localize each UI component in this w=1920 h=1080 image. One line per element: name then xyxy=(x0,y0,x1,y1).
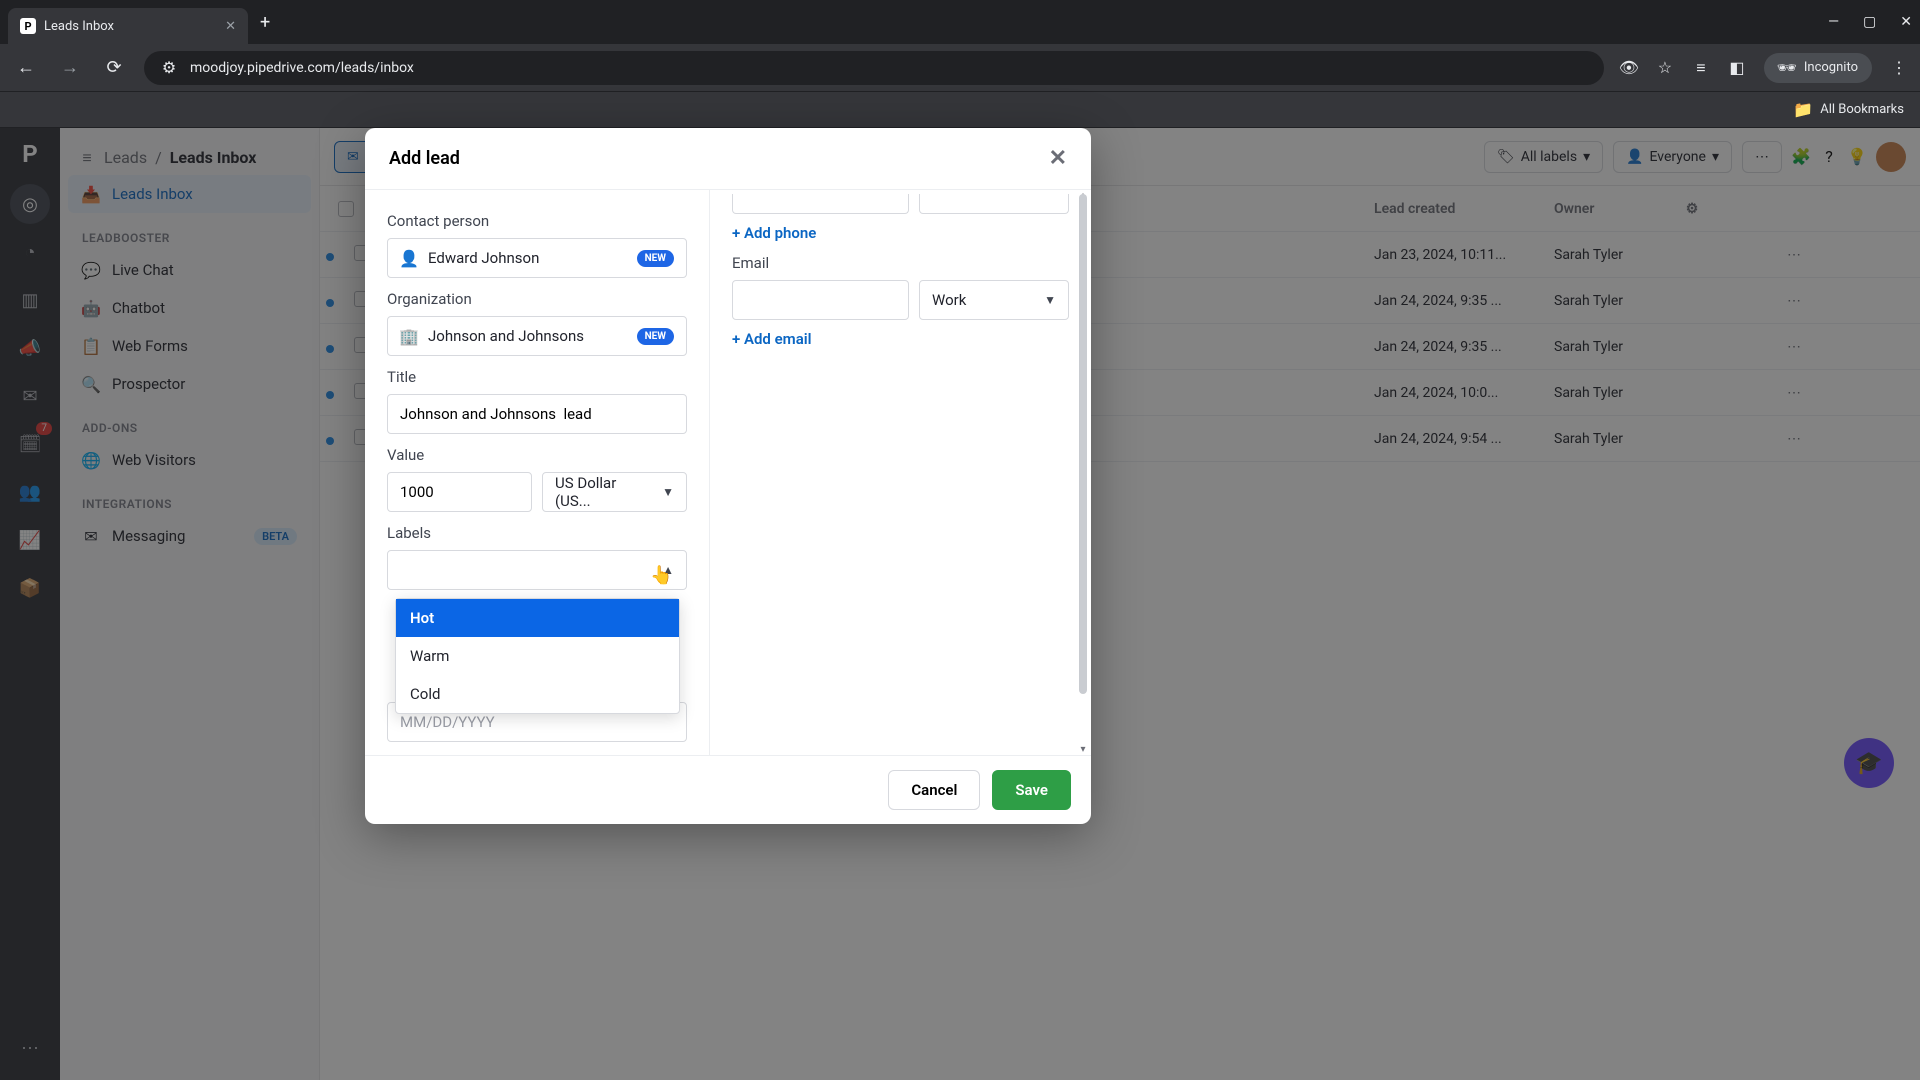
dropdown-option-warm[interactable]: Warm xyxy=(396,637,679,675)
label-person-importance: Person Importance xyxy=(387,754,687,755)
save-button[interactable]: Save xyxy=(992,770,1071,810)
phone-type-select[interactable] xyxy=(919,194,1069,214)
email-field[interactable] xyxy=(732,280,909,320)
modal-header: Add lead ✕ xyxy=(365,128,1091,190)
dropdown-option-cold[interactable]: Cold xyxy=(396,675,679,713)
favicon: P xyxy=(20,18,36,34)
overflow-menu-icon[interactable]: ⋮ xyxy=(1890,59,1908,77)
close-icon[interactable]: ✕ xyxy=(1049,146,1067,171)
bookmarks-bar: 📁 All Bookmarks xyxy=(0,92,1920,128)
folder-icon: 📁 xyxy=(1794,101,1812,119)
chevron-down-icon: ▼ xyxy=(1044,293,1056,307)
all-bookmarks-link[interactable]: All Bookmarks xyxy=(1820,102,1904,117)
phone-field[interactable] xyxy=(732,194,909,214)
close-tab-icon[interactable]: ✕ xyxy=(225,19,236,34)
label-labels: Labels xyxy=(387,524,687,542)
modal-title: Add lead xyxy=(389,148,460,169)
dropdown-option-hot[interactable]: Hot xyxy=(396,599,679,637)
back-icon[interactable]: ← xyxy=(12,57,40,78)
eye-off-icon[interactable]: 👁 xyxy=(1620,59,1638,77)
incognito-icon: 🕶 xyxy=(1778,59,1796,77)
add-email-link[interactable]: + Add email xyxy=(732,330,1069,348)
currency-value: US Dollar (US... xyxy=(555,474,652,510)
playlist-icon[interactable]: ≡ xyxy=(1692,59,1710,77)
label-title: Title xyxy=(387,368,687,386)
add-phone-link[interactable]: + Add phone xyxy=(732,224,1069,242)
incognito-label: Incognito xyxy=(1804,60,1858,75)
close-window-icon[interactable]: ✕ xyxy=(1900,14,1912,30)
date-placeholder: MM/DD/YYYY xyxy=(400,713,495,731)
url-text: moodjoy.pipedrive.com/leads/inbox xyxy=(190,60,414,76)
reload-icon[interactable]: ⟳ xyxy=(100,57,128,78)
scroll-down-arrow-icon[interactable]: ▾ xyxy=(1079,744,1087,755)
label-value: Value xyxy=(387,446,687,464)
organization-field[interactable]: 🏢 Johnson and Johnsons NEW xyxy=(387,316,687,356)
currency-select[interactable]: US Dollar (US... ▼ xyxy=(542,472,687,512)
label-email: Email xyxy=(732,254,1069,272)
add-lead-modal: Add lead ✕ Contact person 👤 Edward Johns… xyxy=(365,128,1091,824)
browser-tab-strip: P Leads Inbox ✕ + — ▢ ✕ xyxy=(0,0,1920,44)
window-controls: — ▢ ✕ xyxy=(1828,14,1912,30)
title-field[interactable] xyxy=(387,394,687,434)
address-bar[interactable]: ⚙ moodjoy.pipedrive.com/leads/inbox xyxy=(144,51,1604,85)
browser-tab[interactable]: P Leads Inbox ✕ xyxy=(8,8,248,44)
chevron-down-icon: ▼ xyxy=(662,485,674,499)
contact-person-value: Edward Johnson xyxy=(428,249,539,267)
new-badge: NEW xyxy=(637,250,674,267)
cursor-pointer-icon: 👆 xyxy=(650,565,672,586)
org-icon: 🏢 xyxy=(400,327,418,345)
new-badge: NEW xyxy=(637,328,674,345)
organization-value: Johnson and Johnsons xyxy=(428,327,584,345)
modal-body: Contact person 👤 Edward Johnson NEW Orga… xyxy=(365,190,1091,755)
incognito-chip[interactable]: 🕶 Incognito xyxy=(1764,53,1872,83)
browser-toolbar: ← → ⟳ ⚙ moodjoy.pipedrive.com/leads/inbo… xyxy=(0,44,1920,92)
scroll-thumb[interactable] xyxy=(1079,194,1087,694)
email-type-select[interactable]: Work ▼ xyxy=(919,280,1069,320)
tab-title: Leads Inbox xyxy=(44,19,114,34)
email-type-value: Work xyxy=(932,291,966,309)
maximize-icon[interactable]: ▢ xyxy=(1863,14,1876,30)
cancel-button[interactable]: Cancel xyxy=(888,770,980,810)
side-panel-icon[interactable]: ◧ xyxy=(1728,59,1746,77)
contact-person-field[interactable]: 👤 Edward Johnson NEW xyxy=(387,238,687,278)
labels-dropdown: Hot Warm Cold xyxy=(395,598,680,714)
label-organization: Organization xyxy=(387,290,687,308)
person-icon: 👤 xyxy=(400,249,418,267)
bookmark-star-icon[interactable]: ☆ xyxy=(1656,59,1674,77)
minimize-icon[interactable]: — xyxy=(1828,14,1839,30)
title-input[interactable] xyxy=(400,405,674,423)
modal-footer: Cancel Save xyxy=(365,755,1091,824)
site-settings-icon[interactable]: ⚙ xyxy=(160,59,178,77)
forward-icon: → xyxy=(56,57,84,78)
label-contact-person: Contact person xyxy=(387,212,687,230)
labels-select[interactable]: ▲ 👆 Hot Warm Cold xyxy=(387,550,687,590)
new-tab-button[interactable]: + xyxy=(260,12,270,33)
modal-scrollbar[interactable]: ▴ ▾ xyxy=(1077,190,1089,755)
value-amount-field[interactable] xyxy=(387,472,532,512)
